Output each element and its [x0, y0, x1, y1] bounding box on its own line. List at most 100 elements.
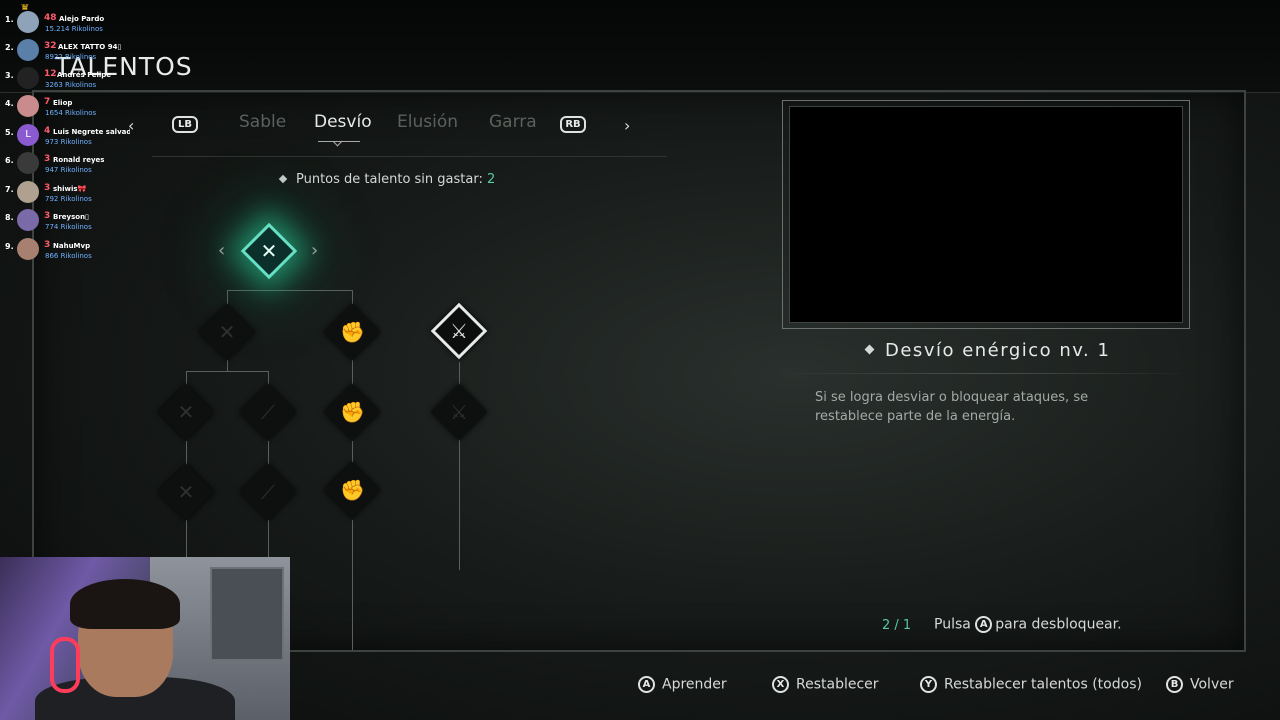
- skill-name-text: Desvío enérgico nv. 1: [885, 340, 1111, 361]
- leaderboard-score: 48: [44, 13, 57, 23]
- avatar: [17, 95, 39, 117]
- crossed-blades-icon: ✕: [177, 400, 195, 424]
- tab-garra[interactable]: Garra: [489, 112, 537, 132]
- leaderboard-rank: 3.: [5, 71, 14, 80]
- leaderboard-row: 3. 12 Andrés Felipe 3263 Rikolinos: [0, 65, 130, 91]
- y-button-icon: Y: [920, 676, 937, 693]
- tab-next-arrow-icon[interactable]: ›: [624, 116, 630, 135]
- x-button-icon: X: [772, 676, 789, 693]
- leaderboard-points: 947 Rikolinos: [45, 166, 92, 174]
- tree-connector: [352, 520, 353, 650]
- leaderboard-rank: 4.: [5, 99, 14, 108]
- crossed-blades-icon: ✕: [218, 320, 236, 344]
- skill-level: 2 / 1: [882, 618, 912, 633]
- leaderboard-name: Alejo Pardo: [59, 15, 105, 23]
- streamer-hair: [70, 579, 180, 629]
- leaderboard-name: shiwis🎀: [53, 185, 87, 193]
- unlock-prefix: Pulsa: [934, 616, 971, 633]
- chevron-left-icon: ‹: [218, 240, 226, 261]
- hint-reset[interactable]: X Restablecer: [772, 676, 879, 693]
- chevron-right-icon: ›: [311, 240, 319, 261]
- avatar: [17, 11, 39, 33]
- slash-icon: ⚔: [450, 400, 468, 424]
- hint-learn[interactable]: A Aprender: [638, 676, 727, 693]
- leaderboard-name: Luis Negrete salvador: [53, 128, 130, 136]
- leaderboard-points: 8922 Rikolinos: [45, 53, 97, 61]
- leaderboard-points: 3263 Rikolinos: [45, 81, 97, 89]
- leaderboard-name: Eliop: [53, 99, 73, 107]
- tree-connector: [459, 440, 460, 570]
- hint-reset-all[interactable]: Y Restablecer talentos (todos): [920, 676, 1142, 693]
- fist-icon: ✊: [340, 478, 365, 502]
- hint-back[interactable]: B Volver: [1166, 676, 1234, 693]
- slash-icon: ⟋: [261, 400, 275, 424]
- skill-divider: [770, 373, 1194, 374]
- lb-button-icon[interactable]: LB: [172, 116, 198, 133]
- crossed-blades-icon: ✕: [260, 239, 278, 263]
- avatar: [17, 152, 39, 174]
- headphones-icon: [50, 637, 80, 693]
- leaderboard-row: 7. 3 shiwis🎀 792 Rikolinos: [0, 179, 130, 205]
- tree-connector: [268, 520, 269, 560]
- tree-connector: [352, 290, 353, 304]
- leaderboard-row: 5. L 4 Luis Negrete salvador 973 Rikolin…: [0, 122, 130, 148]
- leaderboard-points: 774 Rikolinos: [45, 223, 92, 231]
- leaderboard-name: Andrés Felipe: [57, 71, 112, 79]
- tab-elusion[interactable]: Elusión: [397, 112, 458, 132]
- leaderboard-rank: 9.: [5, 242, 14, 251]
- leaderboard-row: 9. 3 NahuMvp 866 Rikolinos: [0, 236, 130, 262]
- leaderboard-points: 866 Rikolinos: [45, 252, 92, 260]
- leaderboard-name: Ronald reyes: [53, 156, 105, 164]
- leaderboard-points: 1654 Rikolinos: [45, 109, 97, 117]
- leaderboard-name: ALEX TATTO 94▯: [58, 43, 122, 51]
- avatar: [17, 181, 39, 203]
- tree-connector: [186, 520, 187, 560]
- leaderboard-rank: 7.: [5, 185, 14, 194]
- leaderboard-score: 3: [44, 154, 51, 164]
- leaderboard-points: 973 Rikolinos: [45, 138, 92, 146]
- tab-desvio[interactable]: Desvío: [314, 112, 372, 132]
- avatar: L: [17, 124, 39, 146]
- tree-connector: [227, 290, 353, 291]
- hint-reset-all-label: Restablecer talentos (todos): [944, 676, 1142, 693]
- skill-name: Desvío enérgico nv. 1: [864, 340, 1111, 361]
- tree-connector: [227, 290, 228, 304]
- leaderboard-name: NahuMvp: [53, 242, 91, 250]
- unlock-suffix: para desbloquear.: [995, 616, 1122, 633]
- fist-icon: ✊: [340, 400, 365, 424]
- skill-preview-video: [789, 106, 1183, 323]
- b-button-icon: B: [1166, 676, 1183, 693]
- diamond-bullet-icon: [864, 344, 875, 355]
- hint-reset-label: Restablecer: [796, 676, 879, 693]
- slash-icon: ⚔: [450, 319, 468, 343]
- leaderboard-rank: 6.: [5, 156, 14, 165]
- leaderboard-row: 2. 32 ALEX TATTO 94▯ 8922 Rikolinos: [0, 37, 130, 63]
- leaderboard-score: 3: [44, 240, 51, 250]
- webcam-overlay: [0, 557, 290, 720]
- a-button-icon: A: [975, 616, 993, 633]
- talent-points-label: Puntos de talento sin gastar:: [296, 172, 483, 187]
- leaderboard-score: 32: [44, 41, 57, 51]
- tree-connector: [186, 371, 269, 372]
- leaderboard-name: Breyson▯: [53, 213, 89, 221]
- tab-divider: [152, 156, 667, 157]
- leaderboard-row: 6. 3 Ronald reyes 947 Rikolinos: [0, 150, 130, 176]
- tab-sable[interactable]: Sable: [239, 112, 286, 132]
- avatar: [17, 238, 39, 260]
- leaderboard-points: 15.214 Rikolinos: [45, 25, 103, 33]
- avatar: [17, 39, 39, 61]
- rb-button-icon[interactable]: RB: [560, 116, 586, 133]
- avatar: [17, 67, 39, 89]
- leaderboard-rank: 1.: [5, 15, 14, 24]
- hint-learn-label: Aprender: [662, 676, 727, 693]
- talent-points-value: 2: [486, 172, 496, 187]
- leaderboard-rank: 8.: [5, 213, 14, 222]
- leaderboard-score: 7: [44, 97, 51, 107]
- leaderboard-points: 792 Rikolinos: [45, 195, 92, 203]
- leaderboard-rank: 5.: [5, 128, 14, 137]
- leaderboard-score: 12: [44, 69, 57, 79]
- leaderboard-row: 8. 3 Breyson▯ 774 Rikolinos: [0, 207, 130, 233]
- leaderboard-row: 1. 48 Alejo Pardo 15.214 Rikolinos: [0, 9, 130, 35]
- hint-back-label: Volver: [1190, 676, 1234, 693]
- stream-leaderboard: ♛ 1. 48 Alejo Pardo 15.214 Rikolinos 2. …: [0, 4, 130, 270]
